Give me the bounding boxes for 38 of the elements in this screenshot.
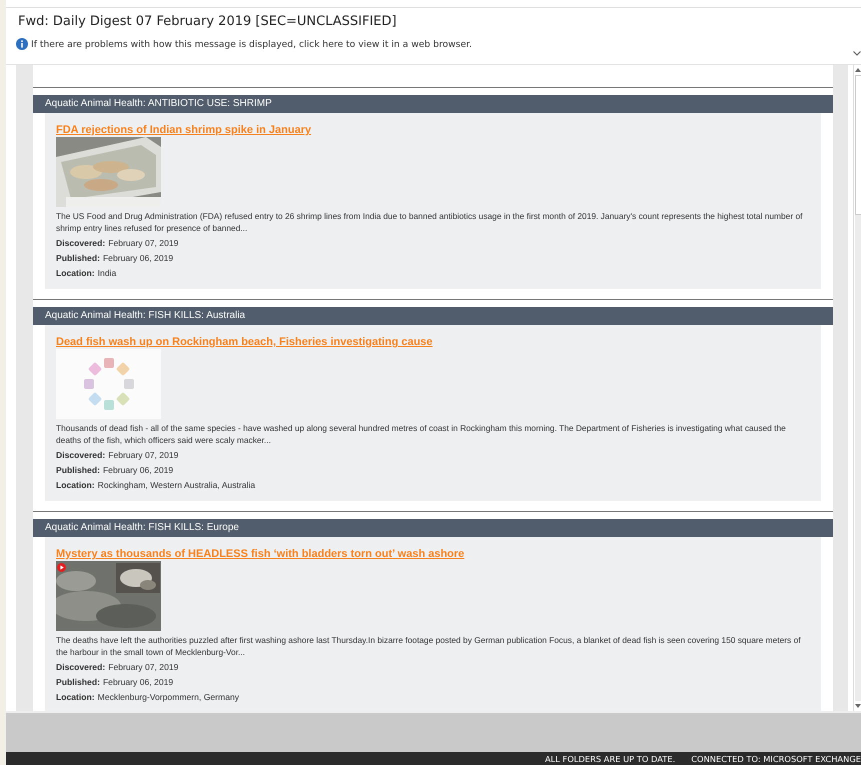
field-value: India (98, 268, 116, 278)
field-value: February 06, 2019 (102, 677, 174, 687)
field-value: February 07, 2019 (108, 238, 178, 248)
field-value: Mecklenburg-Vorpommern, Germany (98, 692, 240, 702)
field-value: February 07, 2019 (108, 450, 178, 460)
info-bar-text[interactable]: If there are problems with how this message is displayed, click here to view it in a web browser. (31, 38, 472, 50)
scroll-thumb[interactable] (854, 75, 861, 215)
field-label: Published: (56, 677, 100, 687)
field-value: Rockingham, Western Australia, Australia (98, 480, 256, 490)
message-title: Fwd: Daily Digest 07 February 2019 [SEC=UNCLASSIFIED] (17, 13, 398, 31)
section-header: Aquatic Animal Health: FISH KILLS: Australia (33, 307, 833, 325)
field-label: Location: (56, 480, 95, 490)
field-label: Location: (56, 268, 95, 278)
field-label: Discovered: (56, 450, 106, 460)
section-header: Aquatic Animal Health: FISH KILLS: Europe (33, 519, 833, 537)
loading-icon (82, 357, 134, 411)
expand-icon[interactable] (853, 51, 861, 56)
info-icon (16, 38, 28, 50)
status-text: CONNECTED TO: MICROSOFT EXCHANGE (691, 754, 861, 764)
article-summary: The deaths have left the authorities puzzled after first washing ashore last Thursday.In bizarre footage posted by German publication Focus, a blanket of dead fish is seen covering 150 square meters of the harbour in the small town of Mecklenburg-Vor... (56, 634, 802, 658)
field-label: Published: (56, 465, 100, 475)
scroll-down-icon[interactable] (855, 704, 861, 708)
field-value: February 07, 2019 (108, 662, 178, 672)
field-label: Discovered: (56, 662, 106, 672)
play-icon (57, 563, 66, 572)
field-label: Discovered: (56, 238, 106, 248)
article-summary: The US Food and Drug Administration (FDA) refused entry to 26 shrimp lines from India due to banned antibiotics usage in the first month of 2019. January's count represents the highest total number of shrimp entry lines refused for presence of banned... (56, 210, 804, 234)
article-link[interactable]: Dead fish wash up on Rockingham beach, Fisheries investigating cause (56, 335, 433, 349)
section-header: Aquatic Animal Health: ANTIBIOTIC USE: SHRIMP (33, 95, 833, 113)
field-value: February 06, 2019 (102, 465, 174, 475)
field-label: Location: (56, 692, 95, 702)
field-label: Published: (56, 253, 100, 263)
article-link[interactable]: Mystery as thousands of HEADLESS fish ‘with bladders torn out’ wash ashore (56, 547, 464, 561)
status-text: ALL FOLDERS ARE UP TO DATE. (544, 754, 676, 764)
scroll-up-icon[interactable] (855, 68, 861, 72)
article-summary: Thousands of dead fish - all of the same species - have washed up along several hundred metres of coast in Rockingham this morning. The Department of Fisheries is investigating what caused the deaths of the fish, which officers said were scaly macker... (56, 422, 787, 446)
article-link[interactable]: FDA rejections of Indian shrimp spike in January (56, 123, 312, 137)
field-value: February 06, 2019 (102, 253, 174, 263)
